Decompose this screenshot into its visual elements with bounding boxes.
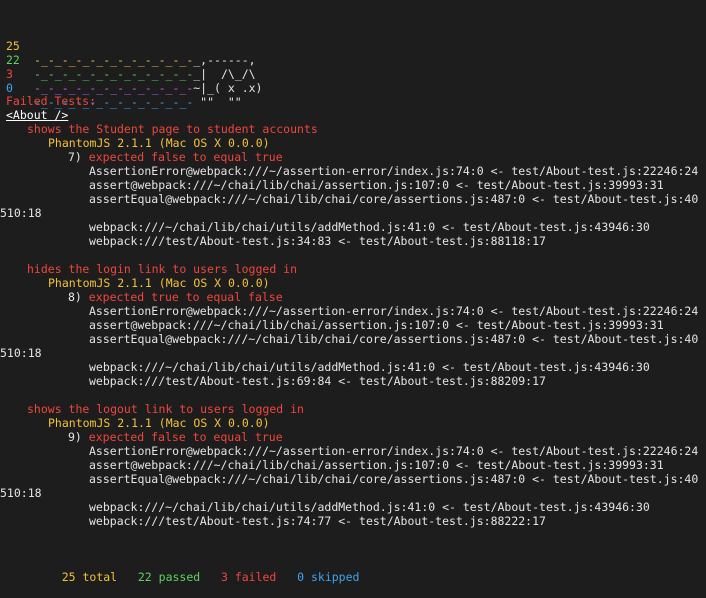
cat-art: "" "": [193, 95, 242, 109]
stack-line-wrap: 510:18: [0, 486, 42, 500]
failure-message-text: expected true to equal false: [88, 290, 283, 304]
summary-failed: 3 failed: [220, 570, 277, 584]
failure-number: 7): [68, 150, 82, 164]
stack-line: webpack:///test/About-test.js:34:83 <- t…: [89, 234, 546, 248]
failure-number: 8): [68, 290, 82, 304]
rainbow-trail: -_-_-_-_-_-_-_-_-_-_-_-_| /\_/\: [34, 67, 256, 81]
stack-line: assertEqual@webpack:///~/chai/lib/chai/c…: [89, 192, 699, 206]
failure-title: shows the Student page to student accoun…: [27, 122, 318, 136]
stack-line-wrap: 510:18: [0, 346, 42, 360]
banner-row: 3 -_-_-_-_-_-_-_-_-_-_-_-~|_( x .x): [0, 53, 263, 95]
banner-row: 0 -_-_-_-_-_-_-_-_-_-_-_- "" "": [0, 67, 242, 109]
rainbow-trail-segment: -_-_-_-_-_-_-_-_-_-_-_-: [34, 67, 194, 81]
stack-line: webpack:///test/About-test.js:69:84 <- t…: [89, 374, 546, 388]
rainbow-trail: -_-_-_-_-_-_-_-_-_-_-_-~|_( x .x): [34, 81, 263, 95]
stack-line: webpack:///~/chai/lib/chai/utils/addMeth…: [89, 220, 650, 234]
failure-message: 9) expected false to equal true: [68, 430, 283, 444]
banner-row: 25 -_-_-_-_-_-_-_-_-_-_-_-_,------,: [0, 25, 256, 67]
stack-line: assert@webpack:///~/chai/lib/chai/assert…: [89, 458, 664, 472]
banner-row: 22 -_-_-_-_-_-_-_-_-_-_-_-_| /\_/\: [0, 39, 256, 81]
stack-line: assertEqual@webpack:///~/chai/lib/chai/c…: [89, 472, 699, 486]
stack-line: webpack:///~/chai/lib/chai/utils/addMeth…: [89, 360, 650, 374]
rainbow-trail-segment: -_-_-_-_-_-_-_-_-_-_-_-: [34, 81, 194, 95]
stack-line: AssertionError@webpack:///~/assertion-er…: [89, 304, 699, 318]
summary-skipped: 0 skipped: [297, 570, 360, 584]
rainbow-trail-segment: -_-_-_-_-_-_-_-_-_-_-_-: [34, 53, 194, 67]
stack-line: assert@webpack:///~/chai/lib/chai/assert…: [89, 318, 664, 332]
stack-line: assertEqual@webpack:///~/chai/lib/chai/c…: [89, 332, 699, 346]
cat-art: ~|_( x .x): [193, 81, 263, 95]
failure-browser: PhantomJS 2.1.1 (Mac OS X 0.0.0): [48, 276, 270, 290]
skipped-count: 0: [6, 81, 13, 95]
failure-browser: PhantomJS 2.1.1 (Mac OS X 0.0.0): [48, 416, 270, 430]
summary-passed: 22 passed: [137, 570, 201, 584]
stack-line: assert@webpack:///~/chai/lib/chai/assert…: [89, 178, 664, 192]
stack-line: AssertionError@webpack:///~/assertion-er…: [89, 444, 699, 458]
rainbow-trail: -_-_-_-_-_-_-_-_-_-_-_-_,------,: [34, 53, 256, 67]
stack-line: AssertionError@webpack:///~/assertion-er…: [89, 164, 699, 178]
terminal-window: 25 -_-_-_-_-_-_-_-_-_-_-_-_,------, 22 -…: [0, 0, 706, 584]
stack-line: webpack:///~/chai/lib/chai/utils/addMeth…: [89, 500, 650, 514]
stack-line-wrap: 510:18: [0, 206, 42, 220]
failure-title: shows the logout link to users logged in: [27, 402, 304, 416]
summary-total: 25 total: [61, 570, 118, 584]
failure-number: 9): [68, 430, 82, 444]
failure-message: 8) expected true to equal false: [68, 290, 283, 304]
summary-line: 25 total 22 passed 3 failed 0 skipped: [34, 556, 360, 584]
suite-name-label: <About />: [6, 108, 69, 122]
failure-title: hides the login link to users logged in: [27, 262, 298, 276]
failed-tests-heading: Failed Tests:: [6, 94, 97, 108]
failure-message-text: expected false to equal true: [88, 150, 283, 164]
cat-art: _| /\_/\: [193, 67, 256, 81]
suite-name: <About />: [6, 108, 68, 122]
failure-message-text: expected false to equal true: [88, 430, 283, 444]
cat-art: _,------,: [193, 53, 256, 67]
failure-message: 7) expected false to equal true: [68, 150, 283, 164]
stack-line: webpack:///test/About-test.js:74:77 <- t…: [89, 514, 546, 528]
failure-browser: PhantomJS 2.1.1 (Mac OS X 0.0.0): [48, 136, 270, 150]
